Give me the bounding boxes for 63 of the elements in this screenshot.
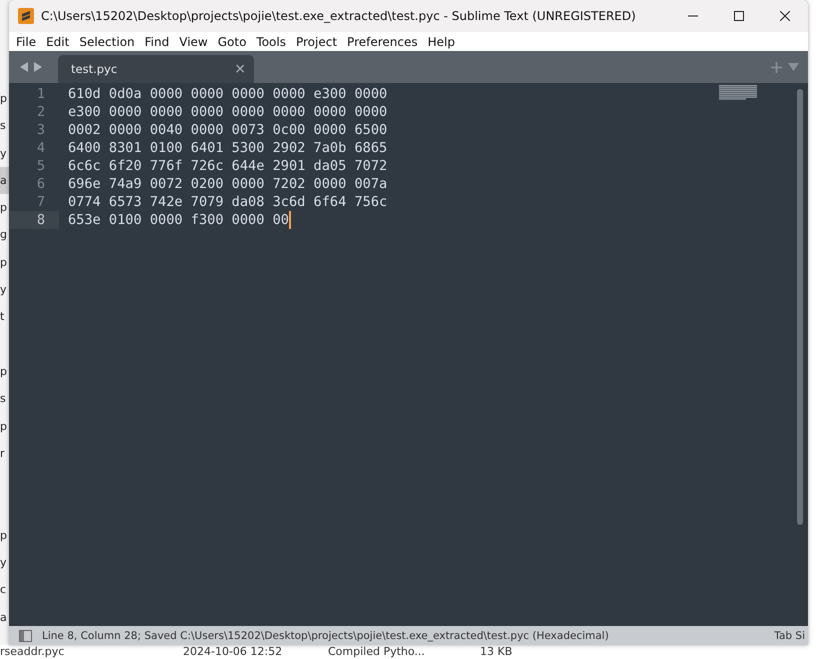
panel-toggle-icon[interactable] [19, 630, 32, 642]
next-arrow-icon[interactable] [34, 62, 42, 72]
file-name-fragment: a [0, 174, 7, 187]
code-line: 696e 74a9 0072 0200 0000 7202 0000 007a [68, 176, 388, 192]
file-name-fragment: p [0, 256, 7, 269]
file-name-fragment: r [0, 446, 5, 460]
scrollbar[interactable] [797, 89, 803, 525]
status-text: Line 8, Column 28; Saved C:\Users\15202\Desktop\projects\pojie\test.exe_extracted\test.pyc (Hexadecimal) [42, 630, 609, 642]
code-line: e300 0000 0000 0000 0000 0000 0000 0000 [68, 104, 388, 120]
maximize-icon [734, 11, 744, 21]
file-name-fragment: p [0, 420, 7, 433]
menu-item[interactable]: Project [290, 32, 342, 51]
line-number: 5 [36, 157, 46, 175]
code-line: 6400 8301 0100 6401 5300 2902 7a0b 6865 [68, 140, 388, 156]
menu-item[interactable]: Preferences [342, 32, 423, 51]
code-line: 0774 6573 742e 7079 da08 3c6d 6f64 756c [68, 194, 388, 210]
line-number: 1 [36, 85, 46, 103]
file-name-fragment: p [0, 364, 7, 378]
line-number: 7 [36, 193, 46, 211]
menu-item[interactable]: Goto [212, 32, 252, 51]
close-icon [780, 11, 790, 21]
file-name: rseaddr.pyc [0, 645, 64, 658]
minimap[interactable] [719, 85, 757, 100]
file-name-fragment: y [0, 556, 7, 570]
app-logo-icon [18, 8, 34, 24]
file-name-fragment: s [0, 392, 6, 406]
plus-icon[interactable] [771, 62, 782, 72]
file-type: Compiled Pytho... [328, 645, 425, 658]
file-name-fragment: p [0, 92, 7, 105]
line-number: 6 [36, 175, 46, 193]
line-number: 3 [36, 121, 46, 139]
window-title: C:\Users\15202\Desktop\projects\pojie\test.exe_extracted\test.pyc - Sublime Text (UNREGISTERED) [41, 9, 636, 23]
file-name-fragment: p [0, 528, 7, 542]
menu-item[interactable]: Tools [251, 32, 291, 51]
code-line: 653e 0100 0000 f300 0000 00 [68, 212, 289, 228]
menu-item[interactable]: File [11, 32, 42, 51]
file-name-fragment: a [0, 610, 7, 624]
file-name-fragment: g [0, 228, 7, 242]
menu-item[interactable]: Edit [41, 32, 74, 51]
tab-size-indicator[interactable]: Tab Si [774, 630, 808, 642]
file-name-fragment: c [0, 583, 6, 596]
file-size: 13 KB [480, 645, 512, 658]
previous-arrow-icon[interactable] [20, 62, 28, 72]
file-name-fragment: y [0, 146, 7, 160]
file-tab[interactable]: test.pyc × [58, 55, 254, 83]
code-line: 0002 0000 0040 0000 0073 0c00 0000 6500 [68, 122, 388, 138]
code-line: 6c6c 6f20 776f 726c 644e 2901 da05 7072 [68, 158, 388, 174]
dropdown-icon[interactable] [788, 63, 799, 71]
code-line: 610d 0d0a 0000 0000 0000 0000 e300 0000 [68, 86, 388, 102]
text-cursor [288, 211, 291, 229]
line-number: 8 [9, 211, 59, 229]
line-number: 2 [36, 103, 46, 121]
file-name-fragment: y [0, 283, 7, 296]
menu-item[interactable]: View [174, 32, 213, 51]
file-name-fragment: t [0, 310, 4, 324]
file-name-fragment: s [0, 119, 6, 132]
line-number: 4 [36, 139, 46, 157]
tab-close-button[interactable]: × [234, 61, 246, 77]
menu-item[interactable]: Selection [74, 32, 140, 51]
menu-item[interactable]: Find [140, 32, 174, 51]
file-date: 2024-10-06 12:52 [183, 645, 282, 658]
menu-item[interactable]: Help [422, 32, 460, 51]
file-name-fragment: p [0, 201, 7, 214]
